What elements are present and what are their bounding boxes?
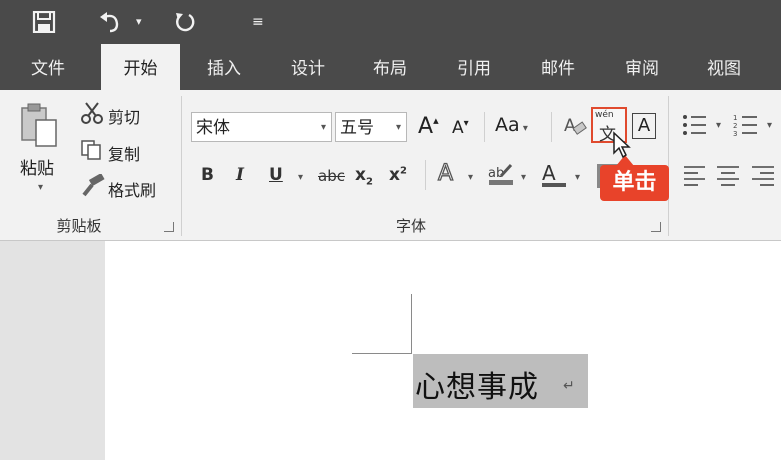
superscript-mark: 2: [399, 165, 407, 177]
align-left-button[interactable]: [683, 164, 707, 190]
tab-mailings[interactable]: 邮件: [528, 44, 588, 90]
document-page[interactable]: [105, 241, 781, 460]
align-left-icon: [684, 166, 705, 186]
font-color-dropdown-icon[interactable]: ▾: [575, 172, 580, 183]
paste-button[interactable]: [18, 102, 66, 156]
grow-font-button[interactable]: A▴: [418, 114, 439, 139]
tab-insert[interactable]: 插入: [194, 44, 254, 90]
clipboard-group-label: 剪贴板: [56, 217, 102, 235]
paste-label[interactable]: 粘贴: [20, 154, 54, 179]
strikethrough-button[interactable]: abc: [318, 167, 345, 185]
font-group-label: 字体: [395, 217, 426, 235]
clipboard-launcher-icon[interactable]: [164, 222, 174, 232]
clear-formatting-button[interactable]: A: [562, 113, 588, 143]
font-name-combobox[interactable]: 宋体 ▾: [191, 112, 332, 142]
undo-dropdown-icon[interactable]: ▾: [136, 0, 142, 44]
align-center-icon: [717, 166, 739, 186]
tab-view[interactable]: 视图: [694, 44, 754, 90]
font-name-dropdown-icon[interactable]: ▾: [321, 113, 326, 143]
redo-icon[interactable]: [174, 0, 196, 48]
copy-icon: [80, 139, 104, 165]
customize-toolbar-icon[interactable]: ≡: [252, 0, 264, 44]
highlight-button[interactable]: ab: [487, 162, 515, 190]
numbering-icon: 1 2 3: [733, 114, 757, 138]
bullets-button[interactable]: [682, 113, 708, 141]
bullets-icon: [683, 115, 706, 135]
highlight-icon: ab: [488, 163, 513, 185]
cut-button[interactable]: 剪切: [108, 104, 140, 128]
font-size-combobox[interactable]: 五号 ▾: [335, 112, 407, 142]
font-size-value: 五号: [340, 118, 374, 138]
cut-icon: [80, 101, 104, 129]
superscript-icon: x: [389, 165, 400, 185]
text-effects-button[interactable]: A: [437, 160, 454, 186]
grow-font-icon: A: [418, 114, 434, 139]
character-border-button[interactable]: A: [632, 113, 656, 139]
subscript-button[interactable]: x2: [355, 165, 373, 187]
separator: [425, 160, 426, 190]
tab-file[interactable]: 文件: [18, 44, 78, 90]
svg-text:A: A: [564, 116, 576, 136]
font-name-value: 宋体: [196, 118, 230, 138]
character-border-icon: A: [637, 115, 651, 136]
text-effects-dropdown-icon[interactable]: ▾: [468, 172, 473, 183]
bullets-dropdown-icon[interactable]: ▾: [716, 120, 721, 131]
margin-guide-horizontal: [352, 353, 412, 354]
shrink-font-button[interactable]: A▾: [452, 118, 469, 138]
copy-button[interactable]: 复制: [108, 141, 140, 165]
format-painter-button[interactable]: 格式刷: [108, 177, 156, 201]
align-right-icon: [752, 166, 774, 186]
numbering-button[interactable]: 1 2 3: [733, 113, 759, 141]
tab-home[interactable]: 开始: [101, 44, 180, 90]
paragraph-mark-icon: ↵: [563, 378, 575, 394]
click-callout: 单击: [600, 165, 669, 201]
tab-design[interactable]: 设计: [278, 44, 338, 90]
align-center-button[interactable]: [716, 164, 740, 190]
font-color-icon: A: [542, 161, 556, 185]
group-divider: [181, 96, 182, 236]
ribbon-tabs: 文件 开始 插入 设计 布局 引用 邮件 审阅 视图: [0, 44, 781, 90]
phonetic-pinyin: wén: [595, 110, 614, 120]
underline-button[interactable]: U: [269, 165, 283, 185]
italic-button[interactable]: I: [236, 165, 244, 185]
svg-text:1: 1: [733, 114, 737, 122]
change-case-icon: Aa: [495, 114, 520, 136]
paste-dropdown-icon[interactable]: ▾: [38, 182, 43, 193]
tab-layout[interactable]: 布局: [360, 44, 420, 90]
align-right-button[interactable]: [751, 164, 775, 190]
svg-text:2: 2: [733, 122, 737, 130]
font-size-dropdown-icon[interactable]: ▾: [396, 113, 401, 143]
mouse-cursor-icon: [612, 131, 632, 165]
document-text[interactable]: 心想事成: [415, 362, 539, 406]
undo-icon[interactable]: [98, 0, 122, 48]
separator: [484, 112, 485, 142]
underline-dropdown-icon[interactable]: ▾: [298, 172, 303, 183]
tab-review[interactable]: 审阅: [612, 44, 672, 90]
bold-button[interactable]: B: [201, 165, 214, 185]
clear-formatting-icon: A: [564, 116, 587, 136]
font-launcher-icon[interactable]: [651, 222, 661, 232]
change-case-button[interactable]: Aa ▾: [495, 114, 528, 136]
subscript-icon: x: [355, 165, 366, 185]
svg-text:3: 3: [733, 130, 737, 137]
font-color-button[interactable]: A: [542, 161, 566, 187]
save-icon[interactable]: [32, 0, 56, 48]
numbering-dropdown-icon[interactable]: ▾: [767, 120, 772, 131]
document-margin: [0, 241, 105, 460]
tab-references[interactable]: 引用: [444, 44, 504, 90]
highlight-dropdown-icon[interactable]: ▾: [521, 172, 526, 183]
subscript-mark: 2: [365, 176, 373, 188]
superscript-button[interactable]: x2: [389, 165, 407, 185]
paste-icon: [21, 103, 57, 147]
shrink-font-icon: A: [452, 118, 464, 138]
format-painter-icon: [80, 173, 106, 202]
title-bar: ▾ ≡: [0, 0, 781, 44]
separator: [551, 112, 552, 142]
text-effects-icon: A: [437, 160, 454, 186]
margin-guide-vertical: [411, 294, 412, 354]
